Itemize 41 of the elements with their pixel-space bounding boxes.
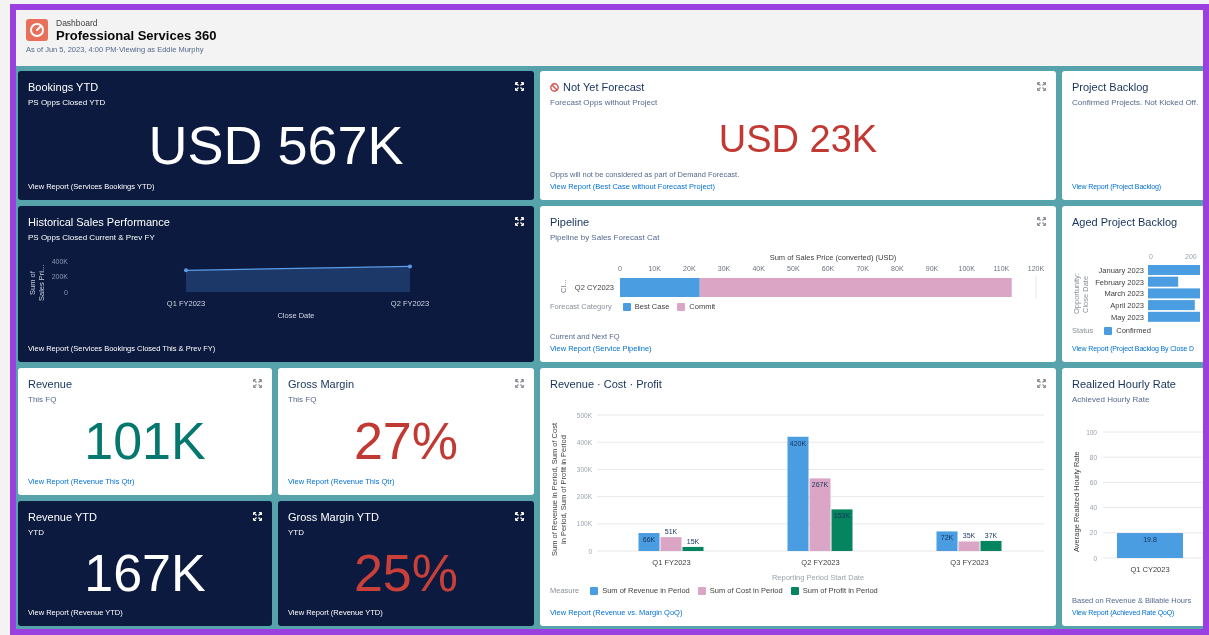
data-point [408, 264, 412, 269]
dashboard-icon [26, 19, 48, 41]
expand-icon[interactable] [515, 512, 524, 521]
card-subtitle: YTD [288, 527, 305, 539]
card-subtitle: PS Opps Closed YTD [28, 97, 107, 109]
card-title: Gross Margin YTD [288, 510, 379, 524]
metric-value: 101K [84, 414, 206, 467]
card-subtitle: YTD [28, 527, 45, 539]
object-type-label: Dashboard [56, 18, 99, 28]
card-title: Pipeline [550, 215, 590, 229]
card-subtitle: Achieved Hourly Rate [1072, 394, 1151, 406]
card-title: Bookings YTD [28, 80, 99, 94]
metric-value: 25% [353, 546, 459, 599]
data-point [184, 268, 188, 273]
expand-icon[interactable] [515, 217, 524, 226]
expand-icon[interactable] [515, 82, 524, 91]
card-subtitle: This FQ [288, 394, 318, 406]
card-title: Realized Hourly Rate [1072, 377, 1176, 391]
metric-value: USD 23K [718, 120, 878, 158]
chart-bar [638, 533, 660, 551]
card-title: Revenue [28, 377, 73, 391]
metric-value: USD 567K [148, 117, 404, 172]
card-title: Project Backlog [1072, 80, 1149, 94]
card-title: Aged Project Backlog [1072, 215, 1178, 229]
chart-bar [1117, 533, 1183, 558]
card-title: Historical Sales Performance [28, 215, 170, 229]
card-title: Gross Margin [288, 377, 355, 391]
metric-value: 167K [84, 546, 206, 599]
card-subtitle: Confirmed Projects. Not Kicked Off. [1072, 97, 1200, 109]
dashboard-title: Professional Services 360 [56, 28, 217, 43]
expand-icon[interactable] [253, 512, 262, 521]
card-subtitle: Forecast Opps without Project [550, 97, 659, 109]
chart-bar [980, 540, 1002, 551]
card-subtitle: PS Opps Closed Current & Prev FY [28, 232, 156, 244]
card-subtitle: Pipeline by Sales Forecast Cat [550, 232, 661, 244]
card-title: Not Yet Forecast [563, 80, 645, 94]
metric-value: 27% [353, 414, 459, 467]
card-title: Revenue · Cost · Profit [550, 377, 662, 391]
bar-chart-drawing [1148, 265, 1200, 322]
card-title: Revenue YTD [28, 510, 97, 524]
card-subtitle: This FQ [28, 394, 58, 406]
